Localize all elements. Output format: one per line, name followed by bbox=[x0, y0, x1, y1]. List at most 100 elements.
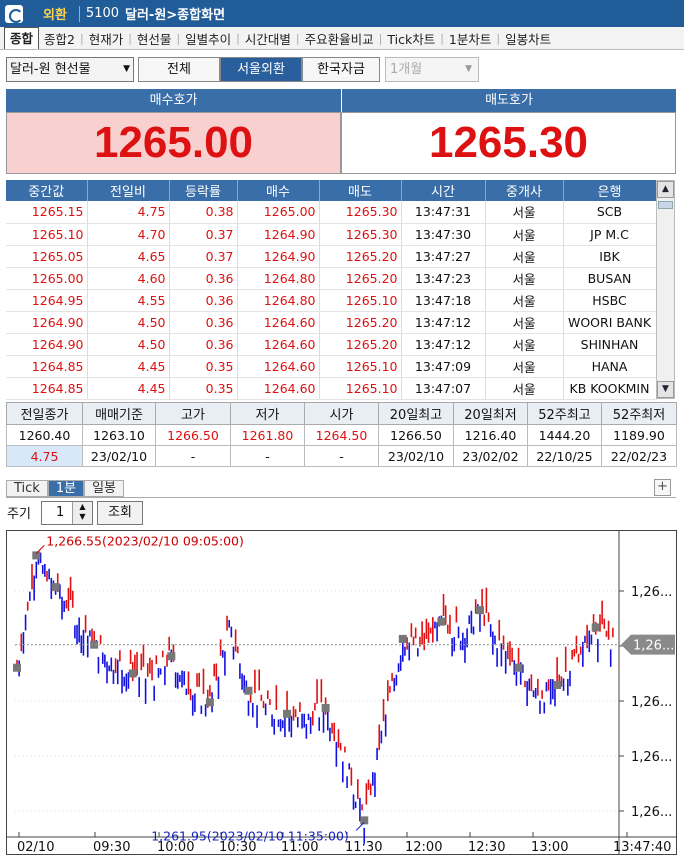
cell-broker: 서울 bbox=[485, 377, 564, 400]
stepper-arrows-icon[interactable]: ▲ ▼ bbox=[72, 502, 92, 524]
summary-value: 1266.50 bbox=[155, 424, 231, 446]
bid-header: 매수호가 bbox=[6, 89, 341, 112]
cell-time: 13:47:23 bbox=[401, 267, 486, 290]
scroll-down-icon[interactable]: ▼ bbox=[657, 381, 674, 398]
title-divider bbox=[78, 5, 80, 22]
cell-bank: SHINHAN bbox=[563, 333, 657, 356]
tab-spot-futures[interactable]: 현선물 bbox=[132, 29, 177, 48]
trade-row[interactable]: 1264.85 4.45 0.35 1264.60 1265.10 13:47:09 서울 H… bbox=[6, 355, 657, 378]
cell-mid: 1265.10 bbox=[6, 223, 88, 246]
cell-mid: 1265.00 bbox=[6, 267, 88, 290]
cell-broker: 서울 bbox=[485, 311, 564, 334]
screen-code: 5100 bbox=[85, 6, 120, 21]
cell-bid: 1264.60 bbox=[237, 377, 320, 400]
tab-time-band[interactable]: 시간대별 bbox=[240, 29, 296, 48]
chart-tab-1min[interactable]: 1분 bbox=[47, 480, 85, 497]
cell-rate: 0.38 bbox=[169, 201, 238, 224]
price-marker bbox=[553, 681, 562, 689]
segment-korea-money[interactable]: 한국자금 bbox=[302, 57, 380, 82]
tab-1min-chart[interactable]: 1분차트 bbox=[444, 29, 496, 48]
tab-fx-compare[interactable]: 주요환율비교 bbox=[300, 29, 379, 48]
price-marker bbox=[398, 634, 407, 643]
cell-time: 13:47:27 bbox=[401, 245, 486, 268]
cell-bank: JP M.C bbox=[563, 223, 657, 246]
price-chart[interactable]: 1,26... 1,26... 1,26... 1,26... 1,26... 02/10… bbox=[6, 530, 677, 855]
cell-time: 13:47:18 bbox=[401, 289, 486, 312]
add-icon[interactable]: + bbox=[654, 479, 671, 496]
cell-broker: 서울 bbox=[485, 267, 564, 290]
period-stepper[interactable]: 1 ▲ ▼ bbox=[41, 501, 93, 525]
cell-time: 13:47:07 bbox=[401, 377, 486, 400]
trade-row[interactable]: 1265.05 4.65 0.37 1264.90 1265.20 13:47:27 서울 I… bbox=[6, 245, 657, 268]
segment-seoul-fx[interactable]: 서울외환 bbox=[220, 57, 302, 82]
trade-row[interactable]: 1265.10 4.70 0.37 1264.90 1265.30 13:47:30 서울 J… bbox=[6, 223, 657, 246]
segment-all[interactable]: 전체 bbox=[138, 57, 220, 82]
cell-rate: 0.36 bbox=[169, 289, 238, 312]
cell-bid: 1264.90 bbox=[237, 223, 320, 246]
trades-scrollbar[interactable]: ▲ ▼ bbox=[656, 180, 675, 399]
chevron-down-icon: ▼ bbox=[123, 64, 130, 74]
summary-value: 1444.20 bbox=[527, 424, 602, 446]
cell-change: 4.60 bbox=[87, 267, 170, 290]
trade-row[interactable]: 1265.00 4.60 0.36 1264.80 1265.20 13:47:23 서울 B… bbox=[6, 267, 657, 290]
col-header-change: 전일비 bbox=[87, 180, 170, 201]
summary-dates-row: 4.75 23/02/10- - -23/02/10 23/02/02 22/10/25 2… bbox=[6, 445, 677, 467]
cell-rate: 0.35 bbox=[169, 355, 238, 378]
summary-date: 22/10/25 bbox=[527, 445, 602, 467]
low-annotation: 1,261.95(2023/02/10 11:35:00) bbox=[151, 828, 349, 843]
summary-date: 4.75 bbox=[6, 445, 83, 467]
price-marker bbox=[360, 816, 369, 825]
chart-tab-tick[interactable]: Tick bbox=[6, 480, 48, 497]
price-marker bbox=[128, 669, 137, 678]
cell-mid: 1264.85 bbox=[6, 377, 88, 400]
cell-ask: 1265.30 bbox=[319, 223, 402, 246]
cell-broker: 서울 bbox=[485, 201, 564, 224]
cell-rate: 0.36 bbox=[169, 267, 238, 290]
chart-tab-daily[interactable]: 일봉 bbox=[84, 480, 124, 497]
trade-row[interactable]: 1265.15 4.75 0.38 1265.00 1265.30 13:47:31 서울 S… bbox=[6, 201, 657, 224]
trade-row[interactable]: 1264.95 4.55 0.36 1264.80 1265.10 13:47:18 서울 H… bbox=[6, 289, 657, 312]
price-marker bbox=[321, 704, 330, 713]
tab-summary[interactable]: 종합 bbox=[4, 27, 40, 49]
period-label: 주기 bbox=[7, 507, 31, 522]
y-tick-label: 1,26... bbox=[631, 750, 672, 765]
query-button[interactable]: 조회 bbox=[97, 501, 143, 525]
summary-header: 매매기준 bbox=[82, 402, 156, 425]
tab-daily-chart[interactable]: 일봉차트 bbox=[500, 29, 556, 48]
cell-mid: 1264.90 bbox=[6, 333, 88, 356]
scroll-up-icon[interactable]: ▲ bbox=[657, 181, 674, 198]
cell-change: 4.70 bbox=[87, 223, 170, 246]
price-marker bbox=[51, 583, 60, 592]
price-marker bbox=[514, 663, 523, 672]
cell-ask: 1265.20 bbox=[319, 333, 402, 356]
cell-broker: 서울 bbox=[485, 289, 564, 312]
bid-price: 1265.00 bbox=[6, 112, 341, 174]
trade-row[interactable]: 1264.90 4.50 0.36 1264.60 1265.20 13:47:12 서울 W… bbox=[6, 311, 657, 334]
summary-value: 1261.80 bbox=[230, 424, 305, 446]
cell-change: 4.55 bbox=[87, 289, 170, 312]
tab-daily-trend[interactable]: 일별추이 bbox=[180, 29, 236, 48]
tab-summary2[interactable]: 종합2 bbox=[39, 29, 80, 48]
price-marker bbox=[32, 551, 41, 560]
col-header-bank: 은행 bbox=[563, 180, 657, 201]
period-select[interactable]: 1개월 ▼ bbox=[385, 57, 479, 82]
tab-tick-chart[interactable]: Tick차트 bbox=[382, 29, 440, 48]
cell-ask: 1265.10 bbox=[319, 289, 402, 312]
summary-table: 전일종가 매매기준 고가 저가 시가 20일최고 20일최저 52주최고 52주최저 1260.… bbox=[6, 402, 677, 467]
summary-value: 1263.10 bbox=[82, 424, 156, 446]
scroll-thumb[interactable] bbox=[658, 201, 673, 209]
cell-bid: 1264.60 bbox=[237, 311, 320, 334]
tab-current-price[interactable]: 현재가 bbox=[84, 29, 129, 48]
cell-bid: 1265.00 bbox=[237, 201, 320, 224]
summary-value: 1216.40 bbox=[453, 424, 528, 446]
summary-date: 22/02/23 bbox=[601, 445, 677, 467]
instrument-select[interactable]: 달러-원 현선물 ▼ bbox=[6, 57, 134, 82]
col-header-broker: 중개사 bbox=[485, 180, 564, 201]
summary-header: 20일최저 bbox=[453, 402, 528, 425]
trade-row[interactable]: 1264.85 4.45 0.35 1264.60 1265.10 13:47:07 서울 K… bbox=[6, 377, 657, 400]
trade-row[interactable]: 1264.90 4.50 0.36 1264.60 1265.20 13:47:12 서울 S… bbox=[6, 333, 657, 356]
summary-header: 저가 bbox=[230, 402, 305, 425]
x-tick-label: 13:47:40 bbox=[613, 840, 671, 854]
cell-ask: 1265.10 bbox=[319, 377, 402, 400]
cell-bank: IBK bbox=[563, 245, 657, 268]
